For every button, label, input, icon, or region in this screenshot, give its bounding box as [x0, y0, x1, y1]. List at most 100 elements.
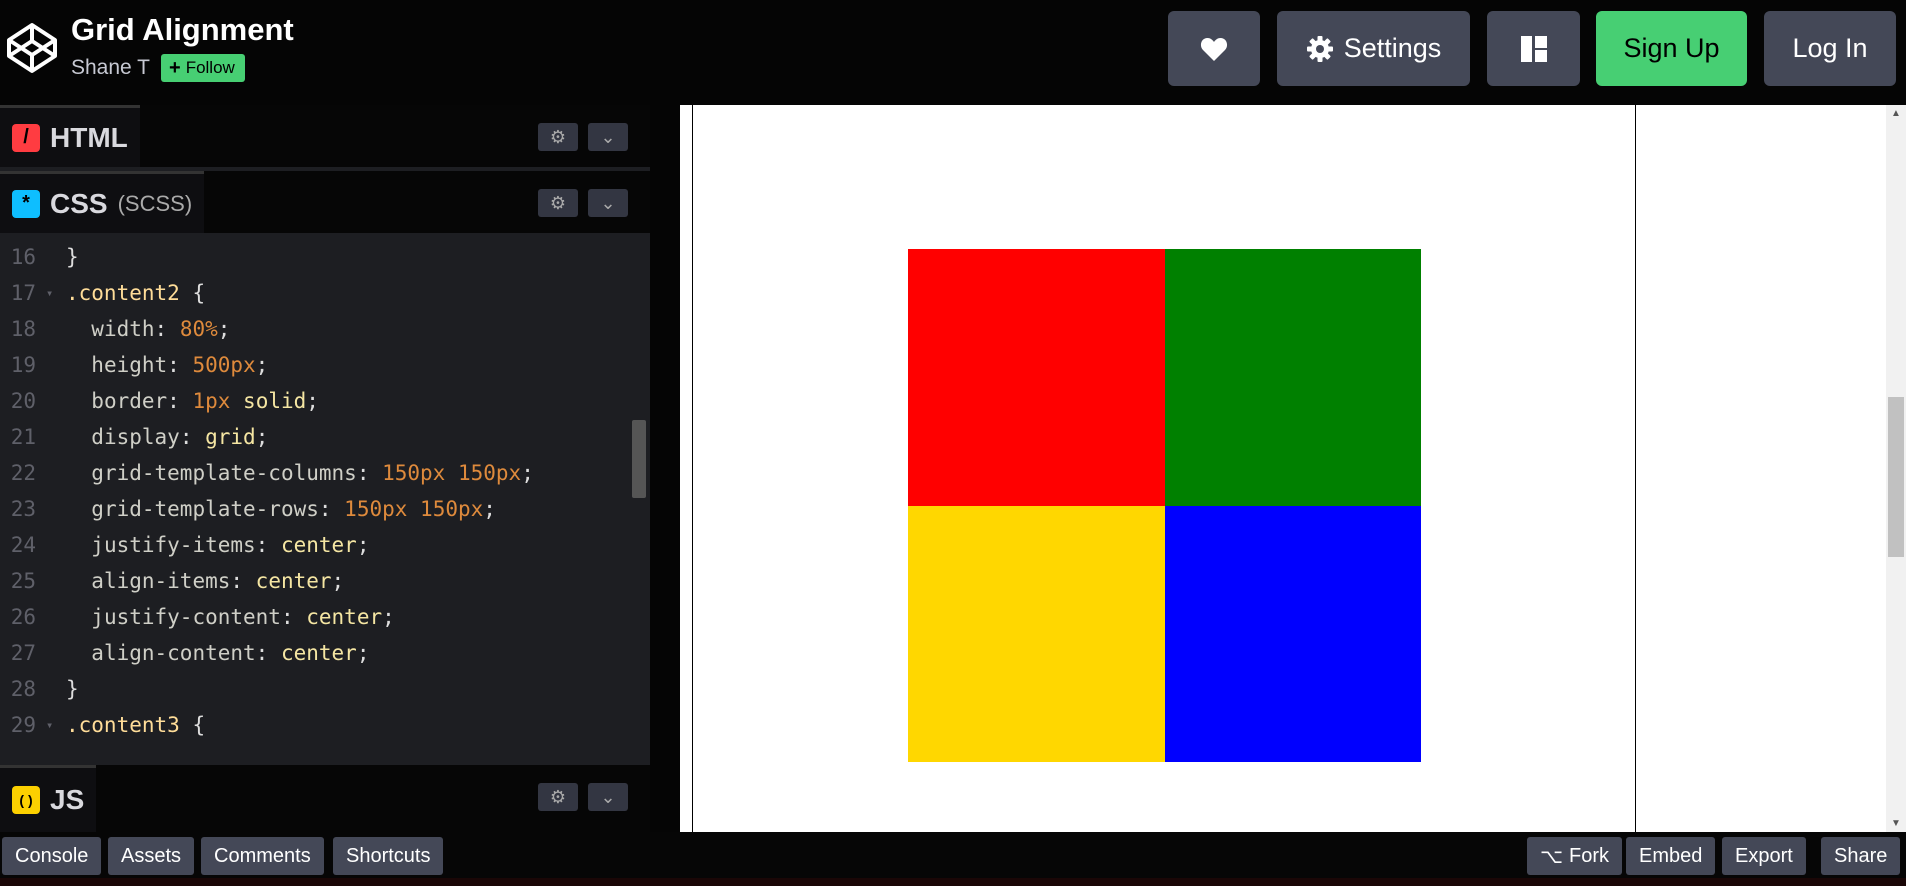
- css-code-editor[interactable]: 16} 17 ▾ .content2 {18 width: 80%; 19 height…: [0, 235, 650, 765]
- shortcuts-button[interactable]: Shortcuts: [333, 837, 444, 875]
- scroll-down-icon[interactable]: ▼: [1891, 818, 1901, 829]
- code-line[interactable]: 29 ▾ .content3 {: [0, 707, 630, 743]
- html-settings-button[interactable]: ⚙: [538, 123, 578, 151]
- follow-button[interactable]: + Follow: [161, 54, 245, 82]
- css-settings-button[interactable]: ⚙: [538, 189, 578, 217]
- code-line[interactable]: 26 justify-content: center;: [0, 599, 630, 635]
- fold-toggle-icon[interactable]: ▾: [46, 707, 53, 743]
- code-text: .content2 {: [66, 281, 206, 305]
- code-text: justify-content: center;: [91, 605, 395, 629]
- gear-icon: ⚙: [549, 192, 567, 213]
- code-line[interactable]: 18 width: 80%;: [0, 311, 630, 347]
- code-text: border: 1px solid;: [91, 389, 319, 413]
- code-line[interactable]: 16}: [0, 239, 630, 275]
- line-number: 28: [10, 677, 36, 701]
- plus-icon: +: [169, 57, 181, 79]
- line-number: 21: [10, 425, 36, 449]
- export-button[interactable]: Export: [1722, 837, 1806, 875]
- change-view-button[interactable]: [1487, 11, 1580, 86]
- layout-icon: [1520, 35, 1547, 62]
- code-line[interactable]: 25 align-items: center;: [0, 563, 630, 599]
- fork-label: Fork: [1569, 844, 1610, 867]
- line-number: 22: [10, 461, 36, 485]
- css-panel-header[interactable]: * CSS (SCSS) ⚙ ⌄: [0, 171, 650, 233]
- code-text: grid-template-columns: 150px 150px;: [91, 461, 534, 485]
- heart-button[interactable]: [1168, 11, 1260, 86]
- css-collapse-button[interactable]: ⌄: [588, 189, 628, 217]
- grid-cell-red: [908, 249, 1165, 506]
- line-number: 17: [10, 281, 36, 305]
- comments-button[interactable]: Comments: [201, 837, 324, 875]
- log-in-button[interactable]: Log In: [1764, 11, 1896, 86]
- js-panel-header[interactable]: ( ) JS ⚙ ⌄: [0, 765, 650, 832]
- code-line[interactable]: 24 justify-items: center;: [0, 527, 630, 563]
- chevron-down-icon: ⌄: [600, 192, 616, 213]
- resize-divider[interactable]: [650, 105, 680, 832]
- js-badge-icon: ( ): [12, 786, 40, 814]
- preview-pane[interactable]: ▲ ▼: [680, 105, 1906, 832]
- footer-edge: [0, 878, 1906, 886]
- code-line[interactable]: 22 grid-template-columns: 150px 150px;: [0, 455, 630, 491]
- code-text: height: 500px;: [91, 353, 269, 377]
- footer-bar: Console Assets Comments Shortcuts ⌥ Fork…: [0, 832, 1906, 878]
- code-line[interactable]: 20 border: 1px solid;: [0, 383, 630, 419]
- grid-cell-green: [1164, 249, 1421, 506]
- code-line[interactable]: 19 height: 500px;: [0, 347, 630, 383]
- assets-button[interactable]: Assets: [108, 837, 195, 875]
- scroll-up-icon[interactable]: ▲: [1891, 108, 1901, 119]
- code-text: }: [66, 677, 79, 701]
- js-collapse-button[interactable]: ⌄: [588, 783, 628, 811]
- chevron-down-icon: ⌄: [600, 786, 616, 807]
- css-preprocessor-label: (SCSS): [117, 190, 193, 216]
- code-text: .content3 {: [66, 713, 206, 737]
- codepen-logo-icon[interactable]: [6, 22, 58, 74]
- editor-column: / HTML ⚙ ⌄ * CSS (SCSS) ⚙ ⌄ 16} 17 ▾ .conte…: [0, 105, 650, 832]
- author-name[interactable]: Shane T: [71, 56, 150, 80]
- line-number: 27: [10, 641, 36, 665]
- line-number: 16: [10, 245, 36, 269]
- chevron-down-icon: ⌄: [600, 126, 616, 147]
- code-scrollbar[interactable]: [632, 420, 646, 498]
- code-line[interactable]: 27 align-content: center;: [0, 635, 630, 671]
- css-badge-icon: *: [12, 189, 40, 218]
- html-panel-header[interactable]: / HTML ⚙ ⌄: [0, 105, 650, 167]
- console-button[interactable]: Console: [2, 837, 102, 875]
- preview-scrollbar-thumb[interactable]: [1888, 397, 1904, 557]
- code-line[interactable]: 28}: [0, 671, 630, 707]
- code-text: }: [66, 245, 79, 269]
- js-settings-button[interactable]: ⚙: [538, 783, 578, 811]
- grid-cell-yellow: [908, 505, 1165, 762]
- line-number: 29: [10, 713, 36, 737]
- fork-button[interactable]: ⌥ Fork: [1527, 837, 1623, 875]
- code-text: display: grid;: [91, 425, 269, 449]
- code-text: justify-items: center;: [91, 533, 370, 557]
- embed-button[interactable]: Embed: [1626, 837, 1716, 875]
- line-number: 19: [10, 353, 36, 377]
- share-button[interactable]: Share: [1821, 837, 1901, 875]
- code-text: align-items: center;: [91, 569, 345, 593]
- pen-title[interactable]: Grid Alignment: [71, 12, 294, 48]
- html-badge-icon: /: [12, 123, 40, 152]
- tab-html[interactable]: / HTML: [0, 105, 140, 167]
- code-line[interactable]: 17 ▾ .content2 {: [0, 275, 630, 311]
- preview-scrollbar[interactable]: ▲ ▼: [1886, 105, 1906, 832]
- html-collapse-button[interactable]: ⌄: [588, 123, 628, 151]
- tab-css[interactable]: * CSS (SCSS): [0, 171, 205, 233]
- line-number: 26: [10, 605, 36, 629]
- code-line[interactable]: 23 grid-template-rows: 150px 150px;: [0, 491, 630, 527]
- gear-icon: ⚙: [549, 126, 567, 147]
- code-text: width: 80%;: [91, 317, 231, 341]
- grid-container: [908, 249, 1421, 762]
- line-number: 18: [10, 317, 36, 341]
- header: Grid Alignment Shane T + Follow Settings: [0, 0, 1906, 105]
- sign-up-button[interactable]: Sign Up: [1596, 11, 1747, 86]
- fold-toggle-icon[interactable]: ▾: [46, 275, 53, 311]
- code-line[interactable]: 21 display: grid;: [0, 419, 630, 455]
- code-text: align-content: center;: [91, 641, 370, 665]
- settings-button[interactable]: Settings: [1277, 11, 1470, 86]
- line-number: 23: [10, 497, 36, 521]
- tab-js[interactable]: ( ) JS: [0, 765, 97, 832]
- css-tab-label: CSS: [50, 187, 108, 219]
- code-text: grid-template-rows: 150px 150px;: [91, 497, 496, 521]
- grid-cell-blue: [1164, 505, 1421, 762]
